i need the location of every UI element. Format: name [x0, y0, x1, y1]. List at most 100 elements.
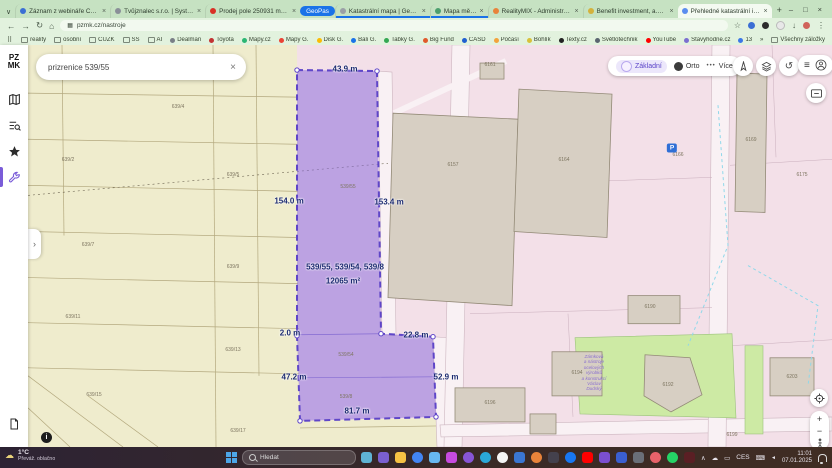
- layers-button[interactable]: [756, 56, 776, 76]
- tab-search-icon[interactable]: ∨: [6, 8, 11, 16]
- taskbar-app-icon[interactable]: [480, 452, 491, 463]
- browser-tab[interactable]: Katastrální mapa | GeoPa... ×: [335, 4, 430, 18]
- taskbar-app-icon[interactable]: [497, 452, 508, 463]
- locate-button[interactable]: [810, 389, 828, 407]
- taskbar-clock[interactable]: 11:01 07.01.2025: [782, 451, 812, 465]
- taskbar-app-icon[interactable]: [412, 452, 423, 463]
- sidebar-item-favorites[interactable]: [0, 138, 28, 164]
- bookmark-item[interactable]: YouTube: [646, 37, 677, 43]
- map-container[interactable]: 43.9 m 154.0 m 153.4 m 539/55, 539/54, 5…: [28, 45, 832, 447]
- close-window-button[interactable]: ×: [818, 5, 822, 14]
- map-canvas[interactable]: [28, 45, 832, 447]
- bookmark-item[interactable]: Stavyhodne.cz: [684, 37, 730, 43]
- taskbar-app-icon[interactable]: [616, 452, 627, 463]
- language-indicator[interactable]: CES: [736, 454, 749, 461]
- clear-search-icon[interactable]: ×: [230, 62, 236, 73]
- apps-grid-icon[interactable]: ⠿: [7, 36, 13, 44]
- hamburger-menu-icon[interactable]: ≡: [804, 60, 810, 71]
- sidebar-item-search-list[interactable]: [0, 112, 28, 138]
- browser-tab[interactable]: GeoPas ×: [300, 6, 335, 16]
- taskbar-app-icon[interactable]: [667, 452, 678, 463]
- taskbar-app-icon[interactable]: [429, 452, 440, 463]
- bookmark-item[interactable]: Počasí: [494, 37, 519, 43]
- reload-button[interactable]: ↻: [36, 20, 43, 31]
- site-info-icon[interactable]: ▦: [67, 22, 73, 29]
- browser-tab[interactable]: Benefit investment, a.s. (v... ×: [583, 4, 678, 18]
- tab-close-icon[interactable]: ×: [292, 8, 296, 15]
- bookmark-item[interactable]: Mapy.cz: [242, 37, 271, 43]
- account-icon[interactable]: [815, 59, 827, 71]
- taskbar-app-icon[interactable]: [633, 452, 644, 463]
- maximize-button[interactable]: □: [803, 5, 808, 14]
- taskbar-search[interactable]: Hledat: [242, 450, 356, 465]
- touch-keyboard-icon[interactable]: ⌨: [756, 454, 765, 462]
- bookmark-item[interactable]: Texty.cz: [559, 37, 587, 43]
- address-bar[interactable]: ▦ pzmk.cz/nastroje: [60, 20, 728, 31]
- tab-close-icon[interactable]: ×: [102, 8, 106, 15]
- bookmark-item[interactable]: Big Fund: [423, 37, 454, 43]
- browser-tab[interactable]: Prodej pole 250931 m², M... ×: [205, 4, 300, 18]
- browser-tab[interactable]: RealityMIX - Administračn... ×: [488, 4, 583, 18]
- pzmk-logo[interactable]: PZ MK: [8, 54, 20, 70]
- bookmark-item[interactable]: Dealman: [170, 37, 201, 43]
- tray-chevron-icon[interactable]: ∧: [701, 454, 706, 462]
- taskbar-app-icon[interactable]: [565, 452, 576, 463]
- all-bookmarks-button[interactable]: Všechny záložky: [771, 37, 825, 43]
- bookmarks-overflow-icon[interactable]: »: [760, 37, 763, 43]
- extension-icon[interactable]: [762, 22, 769, 29]
- taskbar-app-icon[interactable]: [548, 452, 559, 463]
- legend-button[interactable]: [806, 83, 826, 103]
- taskbar-app-icon[interactable]: [361, 452, 372, 463]
- orientation-button[interactable]: [733, 56, 753, 76]
- bookmark-item[interactable]: Mapy G.: [279, 37, 309, 43]
- tab-close-icon[interactable]: ×: [670, 8, 674, 15]
- new-tab-button[interactable]: +: [777, 5, 782, 15]
- tab-close-icon[interactable]: ×: [422, 8, 426, 15]
- taskbar-weather[interactable]: ☁ 1°C Převáž. oblačno: [5, 449, 55, 462]
- taskbar-app-icon[interactable]: [514, 452, 525, 463]
- basemap-default-option[interactable]: Základní: [616, 60, 667, 73]
- bookmark-item[interactable]: CASD: [462, 37, 486, 43]
- zoom-out-button[interactable]: −: [817, 426, 822, 436]
- bookmark-item[interactable]: Bohlík: [527, 37, 551, 43]
- bookmark-item[interactable]: Tabky G.: [384, 37, 415, 43]
- map-info-button[interactable]: i: [41, 432, 52, 443]
- pegman-icon[interactable]: [816, 438, 824, 447]
- download-icon[interactable]: ↓: [792, 21, 796, 30]
- browser-tab[interactable]: Záznam z webináře CeMu... ×: [15, 4, 110, 18]
- taskbar-app-icon[interactable]: [531, 452, 542, 463]
- taskbar-app-icon[interactable]: [650, 452, 661, 463]
- sidebar-item-map[interactable]: [0, 86, 28, 112]
- map-search-box[interactable]: ×: [36, 54, 246, 80]
- taskbar-app-icon[interactable]: [446, 452, 457, 463]
- sidebar-item-documents[interactable]: [0, 411, 28, 437]
- tab-close-icon[interactable]: ×: [480, 8, 484, 15]
- taskbar-app-icon[interactable]: [395, 452, 406, 463]
- home-button[interactable]: ⌂: [49, 21, 54, 31]
- browser-tab[interactable]: Tvůjznalec s.r.o. | Systém ... ×: [110, 4, 205, 18]
- browser-menu-icon[interactable]: ⋮: [817, 21, 825, 30]
- bookmark-item[interactable]: 13 nejlepších zdrojů...: [738, 37, 752, 43]
- taskbar-app-icon[interactable]: [599, 452, 610, 463]
- bookmark-item[interactable]: Světlotechnik: [595, 37, 638, 43]
- bookmark-item[interactable]: Toyota: [209, 37, 234, 43]
- display-icon[interactable]: ▭: [724, 454, 730, 462]
- bookmark-item[interactable]: SS: [123, 37, 140, 43]
- tab-close-icon[interactable]: ×: [764, 8, 768, 15]
- forward-button[interactable]: →: [22, 21, 31, 31]
- browser-tab[interactable]: Přehledné katastrální info... ×: [678, 4, 772, 18]
- tab-close-icon[interactable]: ×: [575, 8, 579, 15]
- extension-icon[interactable]: [776, 21, 785, 30]
- taskbar-app-icon[interactable]: [582, 452, 593, 463]
- basemap-more-option[interactable]: ••• Více: [706, 63, 732, 70]
- notification-bell-icon[interactable]: [818, 454, 827, 462]
- zoom-in-button[interactable]: +: [817, 414, 822, 424]
- history-button[interactable]: ↺: [779, 56, 799, 76]
- bookmark-item[interactable]: reality: [21, 37, 46, 43]
- bookmark-item[interactable]: Disk G.: [317, 37, 344, 43]
- sidebar-item-tools[interactable]: [0, 164, 28, 190]
- profile-avatar[interactable]: [803, 22, 810, 29]
- volume-icon[interactable]: ◄: [771, 455, 776, 461]
- taskbar-app-icon[interactable]: [684, 452, 695, 463]
- tab-close-icon[interactable]: ×: [197, 8, 201, 15]
